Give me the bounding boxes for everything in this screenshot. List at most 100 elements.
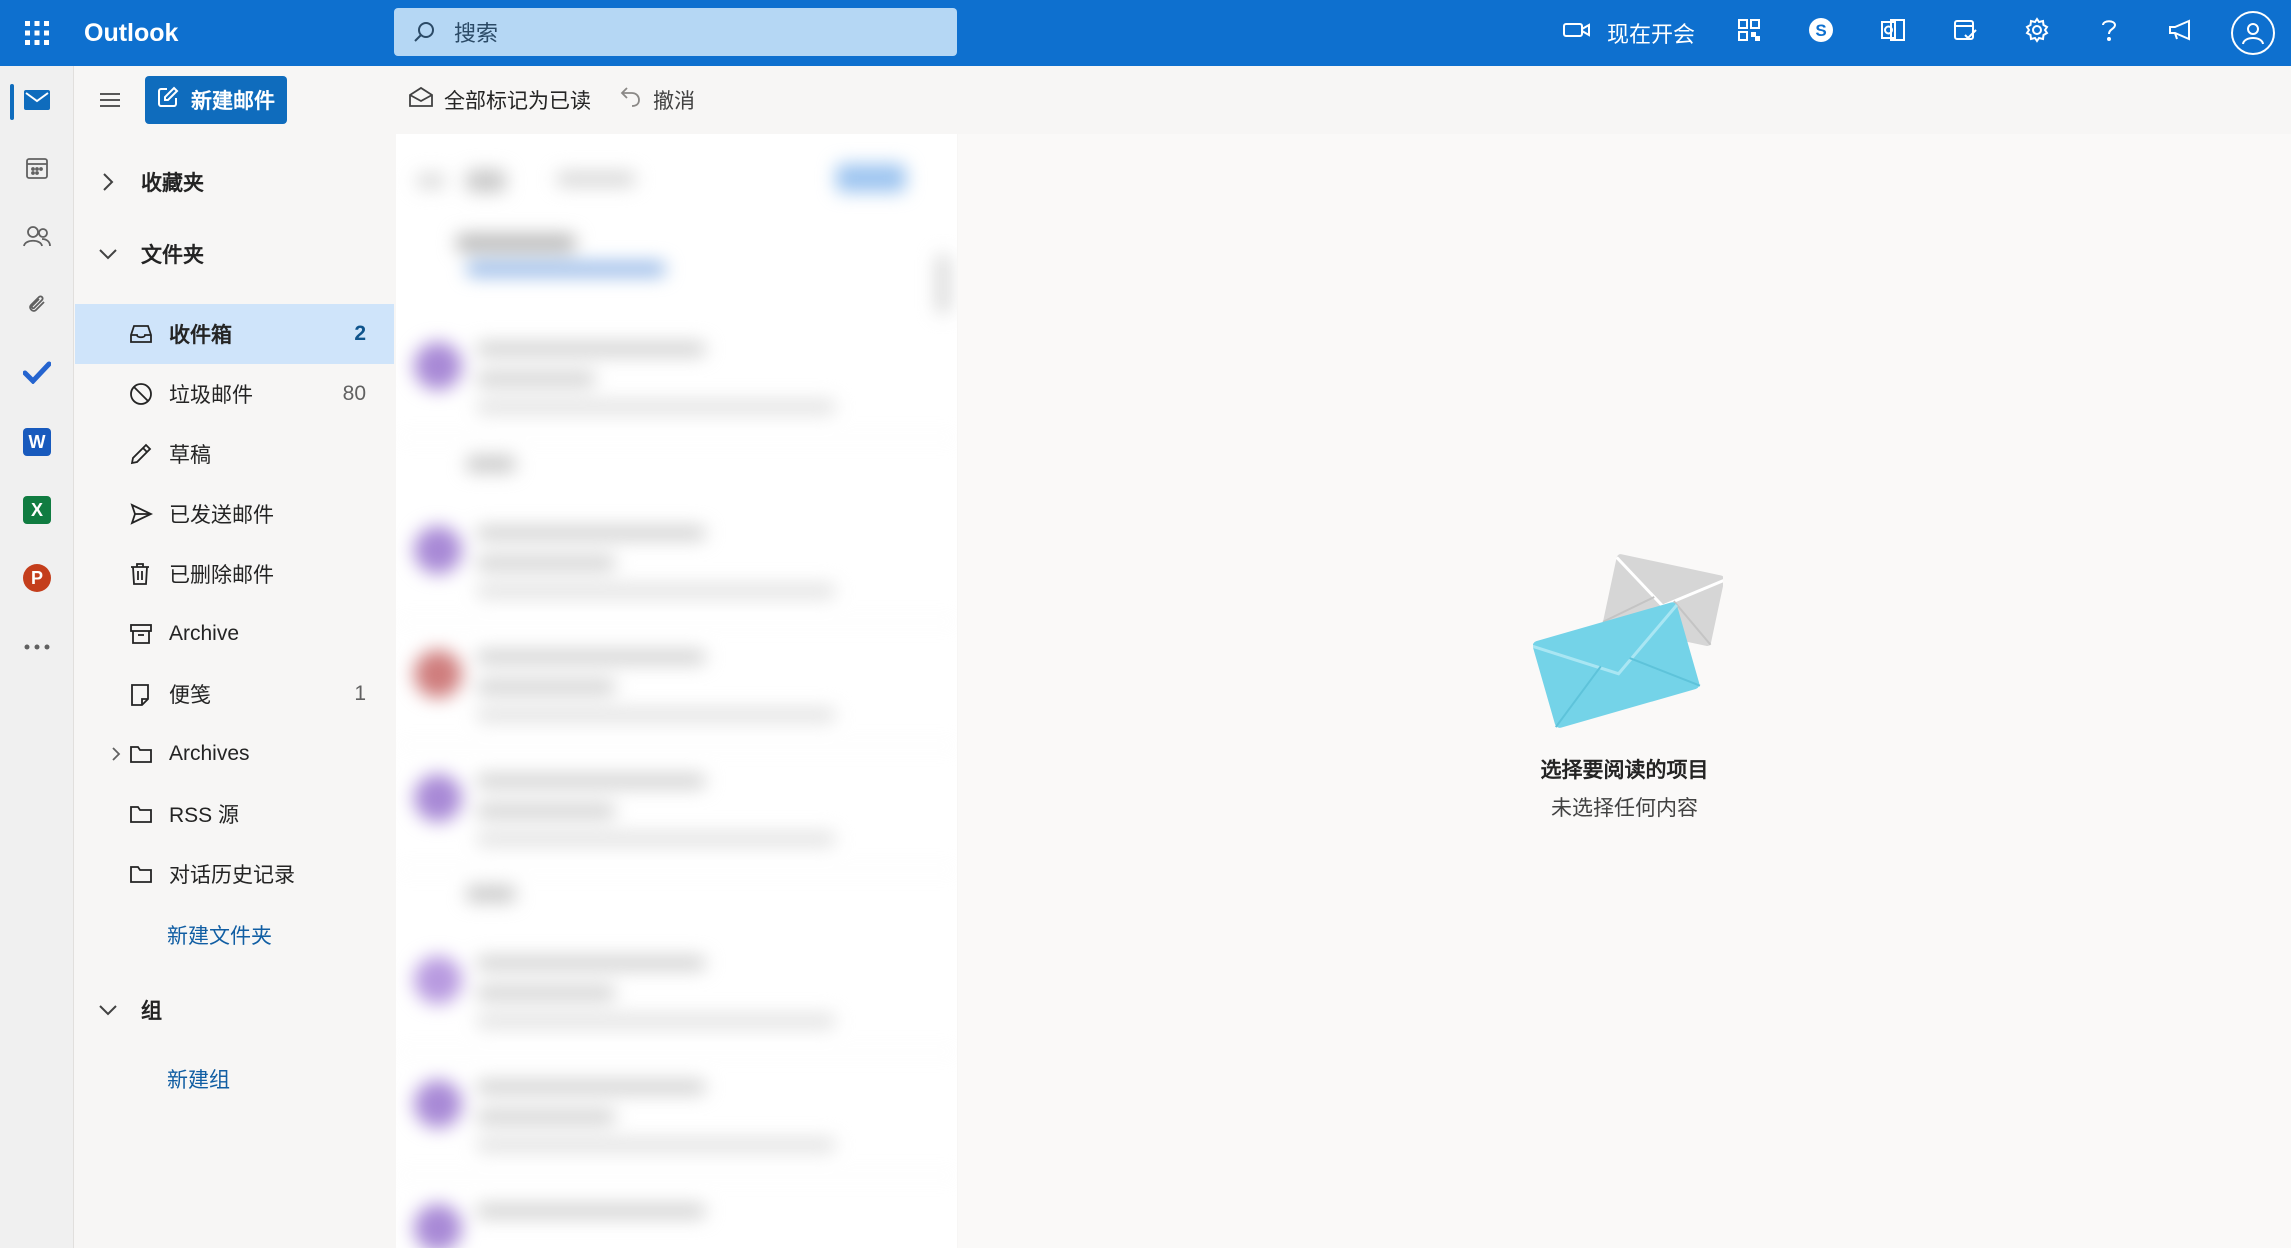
folder-label: 收件箱 (169, 324, 232, 347)
more-apps-icon (24, 637, 50, 655)
more-apps-button[interactable] (0, 612, 74, 680)
folder-drafts[interactable]: 草稿 (75, 424, 394, 484)
feedback-button[interactable] (2145, 0, 2217, 66)
excel-icon: X (23, 496, 51, 524)
chevron-right-icon[interactable] (75, 746, 129, 762)
search-icon (394, 20, 454, 44)
excel-app-button[interactable]: X (0, 476, 74, 544)
folder-label: RSS 源 (169, 804, 240, 827)
chevron-down-icon (75, 248, 141, 260)
inbox-icon (129, 323, 169, 345)
undo-label: 撤消 (653, 90, 695, 113)
settings-gear-icon (2024, 17, 2050, 49)
todo-check-icon (22, 360, 52, 389)
word-app-button[interactable]: W (0, 408, 74, 476)
mail-app-button[interactable] (0, 68, 74, 136)
chevron-right-icon (75, 172, 141, 192)
empty-state-title: 选择要阅读的项目 (1540, 759, 1709, 782)
new-mail-button[interactable]: 新建邮件 (145, 76, 287, 124)
qr-code-button[interactable] (1713, 0, 1785, 66)
app-name[interactable]: Outlook (84, 19, 384, 48)
favorites-label: 收藏夹 (141, 172, 204, 195)
message-list-blurred[interactable] (396, 134, 957, 1248)
mail-icon (23, 89, 51, 116)
empty-state-subtitle: 未选择任何内容 (1551, 797, 1698, 820)
calendar-icon (25, 156, 49, 185)
folder-conversation-history[interactable]: 对话历史记录 (75, 844, 394, 904)
undo-icon (619, 85, 643, 115)
new-group-link[interactable]: 新建组 (167, 1064, 230, 1094)
favorites-section-toggle[interactable]: 收藏夹 (75, 154, 394, 210)
folders-section-toggle[interactable]: 文件夹 (75, 226, 394, 282)
notes-icon (129, 682, 169, 706)
unread-count-badge: 80 (342, 382, 366, 405)
skype-button[interactable]: S (1785, 0, 1857, 66)
folder-archive[interactable]: Archive (75, 604, 394, 664)
folder-notes[interactable]: 便笺 1 (75, 664, 394, 724)
folder-label: 垃圾邮件 (169, 384, 253, 407)
folder-sent[interactable]: 已发送邮件 (75, 484, 394, 544)
powerpoint-app-button[interactable]: P (0, 544, 74, 612)
calendar-app-button[interactable] (0, 136, 74, 204)
new-folder-link[interactable]: 新建文件夹 (167, 920, 272, 950)
groups-section-toggle[interactable]: 组 (75, 982, 394, 1038)
folder-label: 已发送邮件 (169, 504, 274, 527)
account-avatar-icon[interactable] (2231, 11, 2275, 55)
word-icon: W (23, 428, 51, 456)
svg-text:S: S (1815, 21, 1826, 40)
new-mail-label: 新建邮件 (191, 90, 275, 113)
folder-deleted[interactable]: 已删除邮件 (75, 544, 394, 604)
meet-now-button[interactable]: 现在开会 (1553, 0, 1713, 66)
settings-button[interactable] (2001, 0, 2073, 66)
command-toolbar: 全部标记为已读 撤消 (394, 66, 2291, 134)
people-app-button[interactable] (0, 204, 74, 272)
sent-icon (129, 502, 169, 526)
draft-pencil-icon (129, 442, 169, 466)
folder-label: 对话历史记录 (169, 864, 295, 887)
folder-label: Archive (169, 622, 240, 645)
undo-button[interactable]: 撤消 (619, 85, 695, 115)
groups-label: 组 (141, 1000, 162, 1023)
top-bar: Outlook 搜索 现在开会 S (0, 0, 2291, 66)
qr-code-icon (1737, 18, 1761, 48)
help-icon (2098, 17, 2120, 49)
reading-pane: 选择要阅读的项目 未选择任何内容 (958, 134, 2291, 1248)
meet-now-label: 现在开会 (1606, 22, 1695, 47)
trash-icon (129, 562, 169, 586)
feedback-megaphone-icon (2167, 18, 2195, 48)
powerpoint-icon: P (23, 564, 51, 592)
search-box[interactable]: 搜索 (394, 8, 957, 56)
help-button[interactable] (2073, 0, 2145, 66)
todo-app-button[interactable] (0, 340, 74, 408)
app-launcher-waffle-icon[interactable] (0, 0, 74, 66)
chevron-down-icon (75, 1004, 141, 1016)
blurred-content (396, 134, 957, 1248)
junk-icon (129, 382, 169, 406)
compose-icon (157, 86, 179, 114)
folder-inbox[interactable]: 收件箱 2 (75, 304, 394, 364)
search-placeholder[interactable]: 搜索 (454, 16, 498, 48)
hamburger-menu-icon[interactable] (75, 92, 145, 108)
folder-archives[interactable]: Archives (75, 724, 394, 784)
folder-label: Archives (169, 742, 250, 765)
folder-pane-header: 新建邮件 (75, 66, 394, 134)
mark-all-read-button[interactable]: 全部标记为已读 (408, 85, 591, 115)
skype-icon: S (1808, 17, 1834, 49)
files-app-button[interactable] (0, 272, 74, 340)
folder-label: 草稿 (169, 444, 211, 467)
outlook-app-button[interactable] (1857, 0, 1929, 66)
mark-all-read-label: 全部标记为已读 (444, 90, 591, 113)
whats-new-button[interactable] (1929, 0, 2001, 66)
empty-envelopes-illustration (1532, 554, 1725, 739)
folder-label: 已删除邮件 (169, 564, 274, 587)
top-right-actions: 现在开会 S (1553, 0, 2291, 66)
folder-junk[interactable]: 垃圾邮件 80 (75, 364, 394, 424)
attachment-icon (25, 292, 49, 321)
app-rail: W X P (0, 66, 74, 1248)
folder-rss[interactable]: RSS 源 (75, 784, 394, 844)
folder-icon (129, 864, 169, 884)
whats-new-icon (1952, 17, 1978, 49)
folder-icon (129, 744, 169, 764)
folder-icon (129, 804, 169, 824)
folders-label: 文件夹 (141, 244, 204, 267)
